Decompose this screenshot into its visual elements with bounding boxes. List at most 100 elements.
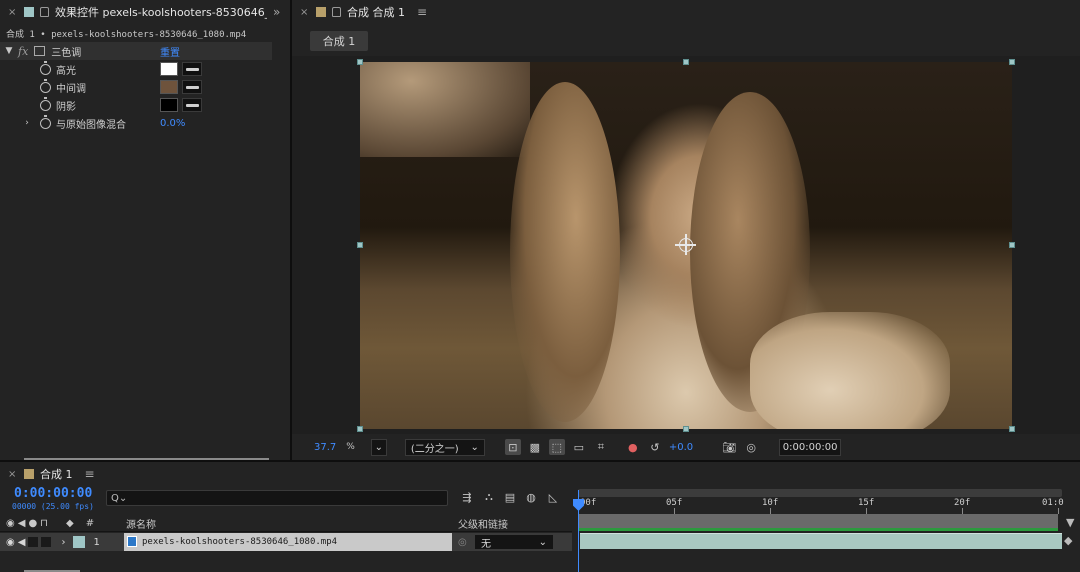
lock-icon[interactable] [40,7,49,17]
effect-controls-tab-title[interactable]: 效果控件 pexels-koolshooters-8530646_1080.m [55,4,267,20]
audio-icon[interactable]: ◀ [18,537,26,548]
effect-controls-panel: × 效果控件 pexels-koolshooters-8530646_1080.… [0,0,290,460]
stopwatch-icon[interactable] [40,78,51,93]
frame-sky [360,62,530,157]
time-navigator[interactable] [578,489,1062,497]
layer-label-color[interactable] [73,536,86,548]
transform-handle-mr[interactable] [1009,242,1015,248]
solo-toggle[interactable] [28,537,39,547]
eyedropper-icon[interactable] [182,62,202,76]
ruler-label: 15f [858,498,875,508]
property-highlights: 高光 [0,60,272,78]
work-area-bar[interactable] [578,514,1058,528]
zoom-value[interactable]: 37.7 [314,442,336,453]
layer-duration-bar[interactable] [580,533,1062,549]
snapshot-region-icon[interactable]: ⊡ [504,439,521,455]
twirl-right-icon[interactable]: › [61,537,65,548]
anchor-icon[interactable] [675,234,696,255]
transform-handle-br[interactable] [1009,426,1015,432]
eyedropper-icon[interactable] [182,80,202,94]
lock-icon[interactable]: ⊓ [40,518,48,529]
timeline-tabbar: × 合成 1 ≡ [0,462,1080,486]
time-ruler[interactable]: 00f 05f 10f 15f 20f 01:0 [578,486,1064,514]
show-snapshot-icon[interactable]: ◎ [743,439,759,455]
exposure-value[interactable]: +0.0 [669,442,693,453]
timeline-timecode[interactable]: 0:00:00:00 [14,486,92,501]
midtones-color-swatch[interactable] [160,80,178,94]
lock-icon[interactable] [332,7,341,17]
layer-name[interactable]: pexels-koolshooters-8530646_1080.mp4 [124,533,452,551]
transform-handle-tl[interactable] [357,59,363,65]
parent-dropdown[interactable]: 无 ⌄ [474,534,554,550]
stopwatch-icon[interactable] [40,96,51,111]
reset-link[interactable]: 重置 [160,44,180,59]
audio-icon[interactable]: ◀ [18,518,26,529]
shadows-color-swatch[interactable] [160,98,178,112]
resolution-dropdown[interactable]: (二分之一) ⌄ [404,438,485,456]
composition-tab-title[interactable]: 合成 合成 1 [347,4,405,20]
transform-handle-bc[interactable] [683,426,689,432]
frame-blending-icon[interactable]: ▤ [503,490,517,504]
transform-handle-ml[interactable] [357,242,363,248]
eyedropper-icon[interactable] [182,98,202,112]
chevron-down-icon: ⌄ [470,441,479,453]
column-number: # [85,518,95,529]
close-icon[interactable]: × [8,7,18,18]
resolution-value: (二分之一) [410,443,459,455]
keyframe-nav-icon[interactable]: ◆ [1064,534,1072,547]
fx-toggle-icon[interactable]: fx [18,45,28,58]
keyframe-nav-icon[interactable]: ▼ [1066,516,1074,529]
highlights-color-swatch[interactable] [160,62,178,76]
eye-icon[interactable]: ◉ [6,518,15,529]
transparency-grid-icon[interactable]: ▩ [527,439,543,455]
menu-icon[interactable]: ≡ [85,467,95,481]
zoom-dropdown[interactable]: ⌄ [370,438,387,456]
table-row[interactable]: ◉ ◀ › 1 pexels-koolshooters-8530646_1080… [0,533,572,551]
label-icon[interactable]: ◆ [66,518,74,529]
reset-exposure-icon[interactable]: ↺ [647,439,663,455]
graph-editor-icon[interactable]: ◺ [546,490,560,504]
safe-margins-icon[interactable]: ▭ [571,439,587,455]
parent-value: 无 [481,538,491,550]
close-icon[interactable]: × [300,7,310,18]
current-time-display[interactable]: 0:00:00:00 [779,438,842,456]
zoom-unit: % [346,442,355,452]
effect-controls-subtitle: 合成 1 • pexels-koolshooters-8530646_1080.… [6,30,247,40]
camera-icon[interactable]: 📷︎ [721,439,737,455]
region-of-interest-icon[interactable]: ⌗ [593,439,609,455]
effect-preset-icon [34,46,46,56]
twirl-right-icon[interactable]: › [22,118,32,128]
composition-breadcrumb[interactable]: 合成 1 [310,31,368,51]
frame-shirt [750,312,950,429]
search-input[interactable]: Q⌄ [106,490,448,506]
blend-value[interactable]: 0.0% [160,118,185,129]
color-channel-icon[interactable]: ● [625,439,641,455]
stopwatch-icon[interactable] [40,114,51,129]
transform-handle-tc[interactable] [683,59,689,65]
effect-name: 三色调 [51,47,82,59]
ruler-label: 10f [762,498,779,508]
timeline-tab-title[interactable]: 合成 1 [40,466,73,482]
transform-handle-bl[interactable] [357,426,363,432]
eye-icon[interactable]: ◉ [6,537,15,548]
tab-color-swatch [24,7,34,17]
solo-icon[interactable]: ● [28,518,37,529]
composition-flowchart-icon[interactable]: ⇶ [460,490,474,504]
mask-visibility-icon[interactable]: ⬚ [548,439,565,455]
stopwatch-icon[interactable] [40,60,51,75]
lock-toggle[interactable] [41,537,52,547]
property-midtones: 中间调 [0,78,272,96]
panel-overflow-icon[interactable]: » [273,5,280,19]
menu-icon[interactable]: ≡ [417,5,427,19]
close-icon[interactable]: × [8,469,18,480]
twirl-down-icon[interactable]: ▼ [4,46,14,56]
effect-header-row[interactable]: ▼ fx 三色调 重置 [0,42,272,60]
column-parent[interactable]: 父级和链接 [458,516,508,531]
motion-blur-icon[interactable]: ◍ [524,490,538,504]
layer-name-text: pexels-koolshooters-8530646_1080.mp4 [142,537,338,547]
column-source-name[interactable]: 源名称 [126,516,156,531]
frame-hair-left [510,82,620,422]
pickwhip-icon[interactable]: ◎ [458,537,467,548]
shy-layers-icon[interactable]: ⛬ [482,490,496,504]
transform-handle-tr[interactable] [1009,59,1015,65]
